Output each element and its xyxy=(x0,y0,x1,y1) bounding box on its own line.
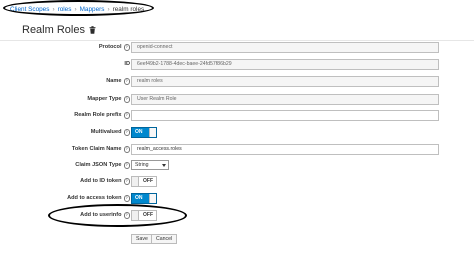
form-row-name: Name? realm roles xyxy=(0,76,474,88)
help-icon[interactable]: ? xyxy=(123,96,130,103)
add-to-access-token-toggle[interactable]: ON xyxy=(131,193,157,204)
help-icon[interactable]: ? xyxy=(123,112,130,119)
highlight-ellipse-breadcrumb xyxy=(3,0,154,16)
token-claim-name-input[interactable]: realm_access.roles xyxy=(131,144,439,155)
form-row-mapper-type: Mapper Type? User Realm Role xyxy=(0,94,474,106)
help-icon[interactable]: ? xyxy=(123,162,130,169)
claim-json-type-select[interactable]: String xyxy=(131,160,169,170)
page-title: Realm Roles xyxy=(22,24,96,37)
form-row-multivalued: Multivalued? ON xyxy=(0,127,474,139)
add-to-id-token-toggle[interactable]: OFF xyxy=(131,176,157,187)
form-row-add-to-id-token: Add to ID token? OFF xyxy=(0,176,474,188)
id-label: ID xyxy=(124,61,130,67)
highlight-ellipse-userinfo xyxy=(48,204,187,227)
mapper-type-field: User Realm Role xyxy=(131,94,439,105)
cancel-button[interactable]: Cancel xyxy=(151,234,178,244)
realm-role-prefix-label: Realm Role prefix? xyxy=(74,112,130,119)
form-row-realm-role-prefix: Realm Role prefix? xyxy=(0,110,474,122)
id-field: 6eef49b2-1788-4dec-baee-24fd57f86b29 xyxy=(131,59,439,70)
name-field: realm roles xyxy=(131,76,439,87)
help-icon[interactable]: ? xyxy=(123,178,130,185)
claim-json-type-label: Claim JSON Type? xyxy=(75,162,130,169)
form-row-token-claim-name: Token Claim Name? realm_access.roles xyxy=(0,144,474,156)
add-to-access-token-label: Add to access token? xyxy=(67,195,130,202)
help-icon[interactable]: ? xyxy=(123,146,130,153)
save-button[interactable]: Save xyxy=(131,234,153,244)
multivalued-label: Multivalued? xyxy=(91,129,130,136)
protocol-field: openid-connect xyxy=(131,42,439,53)
help-icon[interactable]: ? xyxy=(123,44,130,51)
form-row-protocol: Protocol? openid-connect xyxy=(0,42,474,54)
page-title-text: Realm Roles xyxy=(22,24,85,36)
help-icon[interactable]: ? xyxy=(123,78,130,85)
help-icon[interactable]: ? xyxy=(123,195,130,202)
token-claim-name-label: Token Claim Name? xyxy=(72,146,130,153)
form-row-id: ID 6eef49b2-1788-4dec-baee-24fd57f86b29 xyxy=(0,59,474,71)
add-to-id-token-label: Add to ID token? xyxy=(80,178,130,185)
name-label: Name? xyxy=(106,78,130,85)
trash-icon[interactable] xyxy=(89,25,96,37)
realm-role-prefix-input[interactable] xyxy=(131,110,439,121)
protocol-label: Protocol? xyxy=(99,44,130,51)
multivalued-toggle[interactable]: ON xyxy=(131,127,157,138)
chevron-down-icon xyxy=(162,163,166,167)
help-icon[interactable]: ? xyxy=(123,129,130,136)
title-divider xyxy=(0,40,474,41)
form-row-add-to-access-token: Add to access token? ON xyxy=(0,193,474,205)
mapper-type-label: Mapper Type? xyxy=(87,96,130,103)
form-row-claim-json-type: Claim JSON Type? String xyxy=(0,160,474,172)
